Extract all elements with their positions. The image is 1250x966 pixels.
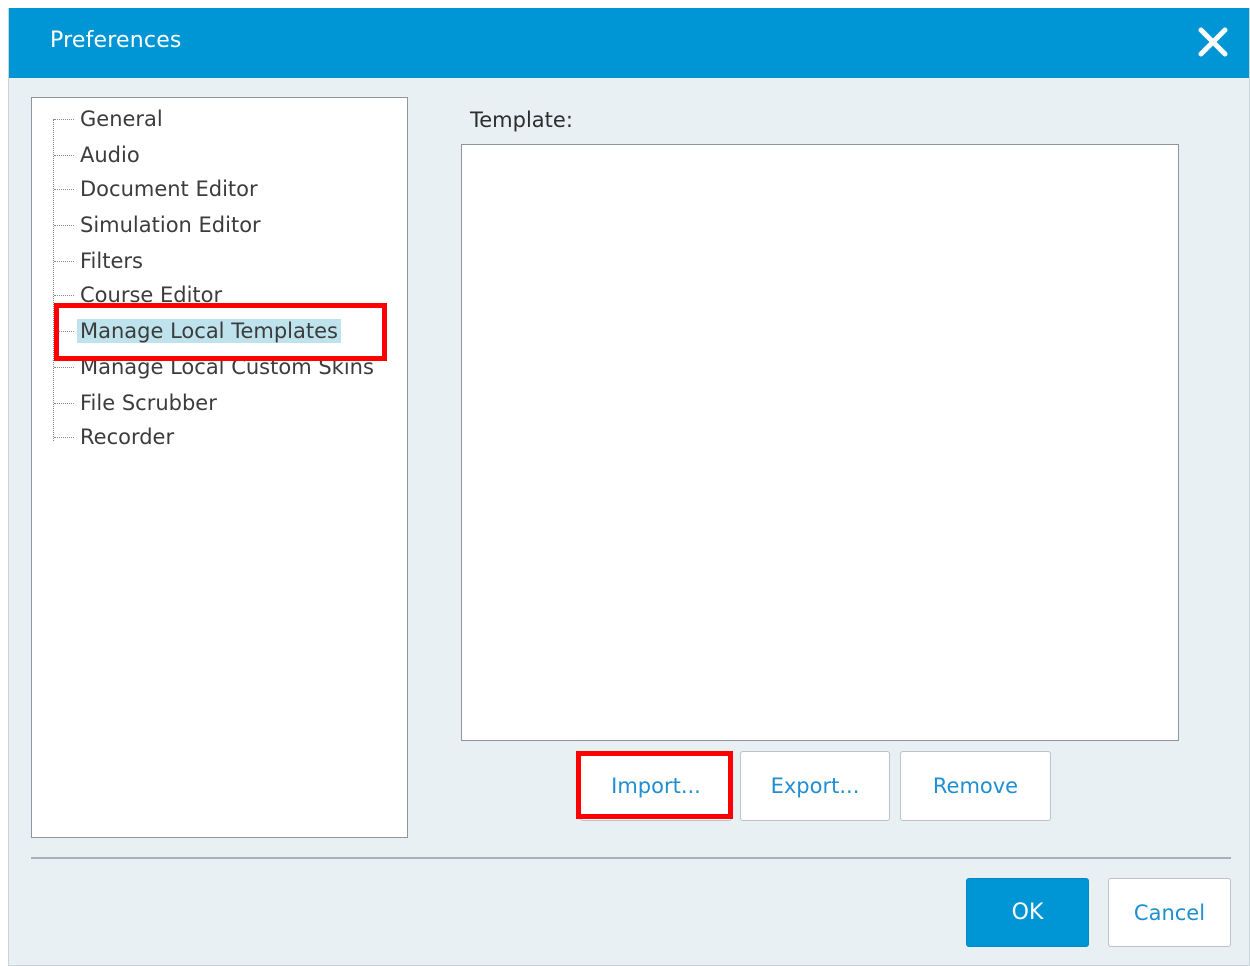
tree-item-manage-local-templates[interactable]: Manage Local Templates bbox=[54, 315, 341, 347]
title-bar: Preferences bbox=[9, 8, 1249, 78]
tree-item-label: Filters bbox=[80, 249, 143, 273]
tree-item-label: Manage Local Templates bbox=[77, 319, 341, 343]
tree-item-recorder[interactable]: Recorder bbox=[54, 421, 177, 453]
export-button[interactable]: Export... bbox=[740, 751, 890, 821]
tree-item-audio[interactable]: Audio bbox=[54, 139, 143, 171]
tree-item-label: Audio bbox=[80, 143, 140, 167]
tree-item-course-editor[interactable]: Course Editor bbox=[54, 279, 225, 311]
tree-item-document-editor[interactable]: Document Editor bbox=[54, 173, 261, 205]
tree-item-label: Simulation Editor bbox=[80, 213, 261, 237]
close-button[interactable] bbox=[1193, 22, 1233, 62]
tree-item-label: Document Editor bbox=[80, 177, 258, 201]
tree-item-label: Manage Local Custom Skins bbox=[80, 355, 374, 379]
import-button[interactable]: Import... bbox=[580, 751, 732, 821]
ok-button[interactable]: OK bbox=[966, 878, 1089, 947]
template-label: Template: bbox=[470, 108, 573, 132]
tree-item-file-scrubber[interactable]: File Scrubber bbox=[54, 387, 220, 419]
tree-item-label: Course Editor bbox=[80, 283, 223, 307]
tree-item-filters[interactable]: Filters bbox=[54, 245, 146, 277]
cancel-button[interactable]: Cancel bbox=[1108, 878, 1231, 947]
tree-item-label: File Scrubber bbox=[80, 391, 217, 415]
dialog-title: Preferences bbox=[50, 28, 182, 53]
footer-separator bbox=[31, 857, 1231, 859]
close-icon bbox=[1198, 27, 1228, 57]
remove-button[interactable]: Remove bbox=[900, 751, 1051, 821]
category-tree: General Audio Document Editor Simulation… bbox=[31, 97, 408, 838]
tree-item-label: General bbox=[80, 107, 163, 131]
preferences-dialog: Preferences General Audio Document Edito… bbox=[8, 8, 1250, 966]
template-list[interactable] bbox=[461, 144, 1179, 741]
tree-item-manage-local-custom-skins[interactable]: Manage Local Custom Skins bbox=[54, 351, 377, 383]
tree-item-label: Recorder bbox=[80, 425, 175, 449]
tree-item-general[interactable]: General bbox=[54, 103, 166, 135]
tree-item-simulation-editor[interactable]: Simulation Editor bbox=[54, 209, 264, 241]
